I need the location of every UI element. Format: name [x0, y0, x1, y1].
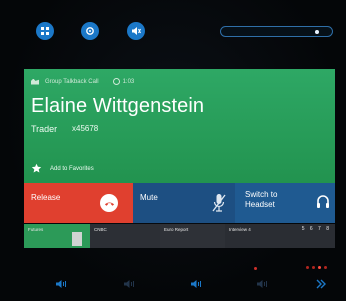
alert-dot [254, 267, 257, 270]
page-indicator [306, 266, 330, 269]
line-key-label: Futures [28, 227, 44, 232]
speaker-icon-1[interactable] [55, 276, 69, 288]
next-icon[interactable] [314, 276, 328, 289]
line-key-cnbc[interactable]: CNBC [90, 224, 160, 248]
caller-role: Trader [31, 124, 58, 134]
switch-to-headset-button[interactable]: Switch to Headset [235, 183, 335, 223]
line-key-label: Euro Report [164, 227, 189, 232]
star-icon [31, 163, 42, 173]
call-type-label: Group Talkback Call [45, 78, 99, 85]
add-to-favorites[interactable]: Add to Favorites [31, 163, 94, 174]
speaker-icon-4[interactable] [256, 276, 270, 288]
volume-slider[interactable] [220, 26, 333, 37]
release-button[interactable]: Release [24, 183, 133, 223]
page-dot [312, 266, 315, 269]
speaker-icon-3[interactable] [190, 276, 204, 288]
page-dot [324, 266, 327, 269]
line-key-digits: 5 6 7 8 [301, 226, 331, 232]
turret-screen: Group Talkback Call 1:03 Elaine Wittgens… [0, 0, 346, 301]
line-status-indicator [72, 232, 82, 246]
page-dot [306, 266, 309, 269]
settings-icon[interactable] [81, 22, 99, 40]
line-key-label: Interview 4 [229, 227, 251, 232]
call-timer-value: 1:03 [122, 78, 135, 85]
call-meta: Group Talkback Call 1:03 [31, 78, 134, 85]
line-key-euro-report[interactable]: Euro Report [160, 224, 225, 248]
clock-icon [112, 78, 120, 85]
hang-up-icon [100, 194, 118, 212]
volume-knob[interactable] [315, 30, 319, 34]
caller-extension: x45678 [72, 124, 99, 133]
microphone-off-icon [212, 194, 226, 212]
line-key-label: CNBC [94, 227, 107, 232]
call-timer: 1:03 [112, 78, 135, 85]
release-label: Release [31, 193, 61, 202]
headset-label: Switch to Headset [245, 190, 278, 209]
favorites-label: Add to Favorites [50, 165, 94, 172]
mute-button[interactable]: Mute [133, 183, 235, 223]
caller-name: Elaine Wittgenstein [31, 95, 205, 117]
mute-label: Mute [140, 193, 158, 202]
headset-icon [317, 195, 329, 208]
alert-indicators [254, 267, 271, 270]
speaker-mute-icon[interactable] [127, 22, 145, 40]
line-key-interview[interactable]: Interview 4 5 6 7 8 [225, 224, 335, 248]
page-dot [318, 266, 321, 269]
line-key-futures[interactable]: Futures [24, 224, 90, 248]
active-call-card[interactable]: Group Talkback Call 1:03 Elaine Wittgens… [24, 69, 335, 183]
grid-icon[interactable] [36, 22, 54, 40]
speaker-icon-2[interactable] [123, 276, 137, 288]
group-call-icon [31, 78, 39, 85]
